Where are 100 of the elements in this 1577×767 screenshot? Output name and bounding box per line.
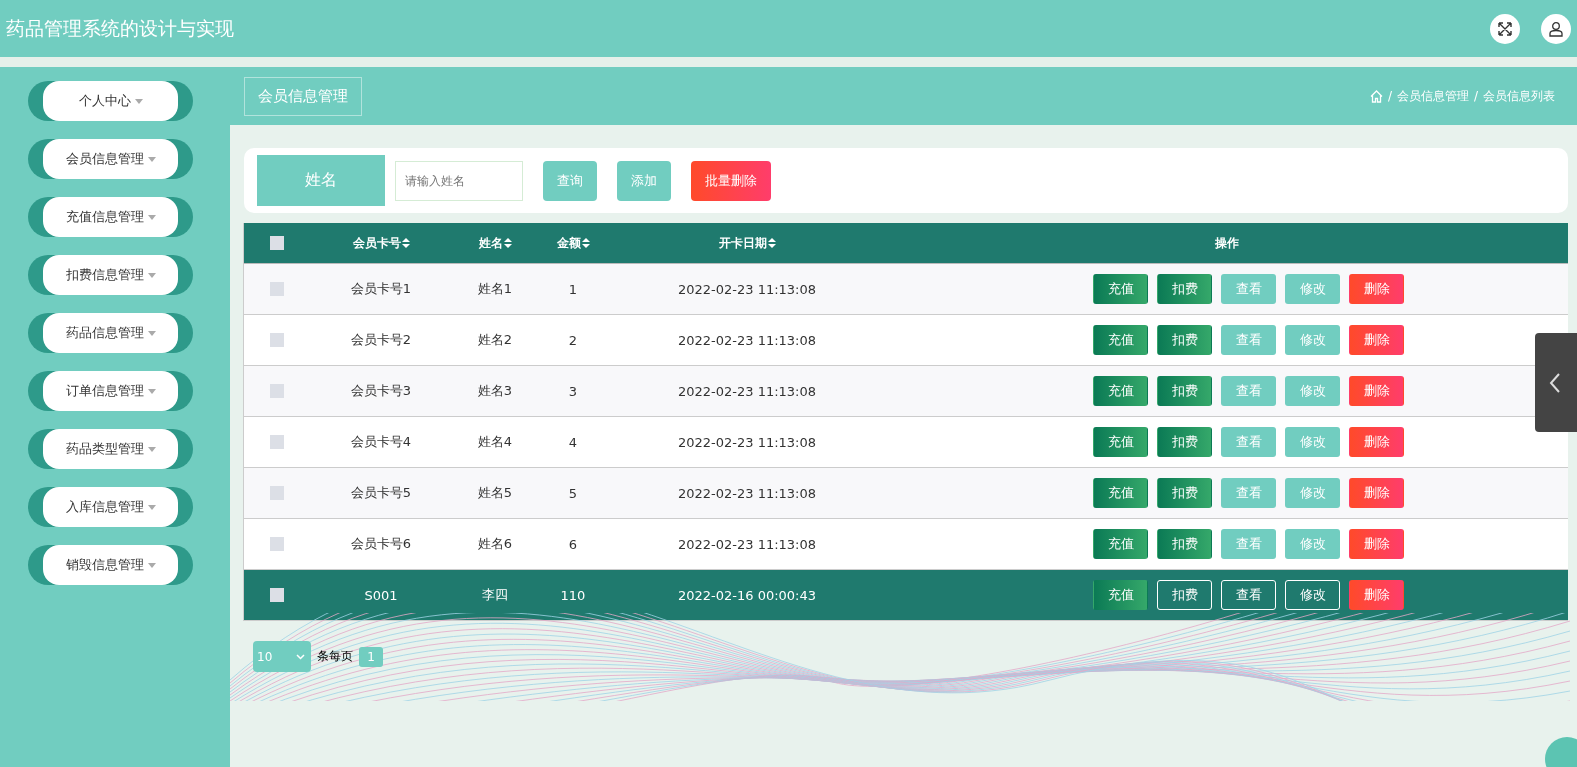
row-action-button[interactable]: 扣费 [1157,529,1212,559]
row-action-button[interactable]: 充值 [1093,325,1148,355]
caret-icon [147,156,156,162]
column-header: 操作 [1215,234,1239,252]
menu-item[interactable]: 订单信息管理 [28,371,193,411]
caret-icon [147,446,156,452]
table-cell: 2022-02-23 11:13:08 [677,281,817,297]
table-cell: 2022-02-23 11:13:08 [677,383,817,399]
row-action-button[interactable]: 扣费 [1157,427,1212,457]
checkbox[interactable] [270,486,284,500]
row-action-button[interactable]: 修改 [1285,580,1340,610]
page-title: 会员信息管理 [244,76,362,116]
row-action-button[interactable]: 充值 [1093,274,1148,304]
table-cell: 会员卡号5 [350,484,412,502]
table-row[interactable]: 会员卡号1 姓名1 1 2022-02-23 11:13:08 充值 扣费 查看 修改 删除 [244,264,1568,315]
table-cell: 李四 [482,586,508,604]
checkbox[interactable] [270,435,284,449]
side-panel-menu[interactable] [1535,333,1577,432]
table-cell: 3 [568,383,578,399]
user-button[interactable] [1541,13,1571,44]
checkbox[interactable] [270,282,284,296]
breadcrumb-separator: / [1473,89,1478,103]
chevron-left-icon [1549,372,1561,393]
row-action-button[interactable]: 扣费 [1157,478,1212,508]
row-action-button[interactable]: 删除 [1349,325,1404,355]
user-icon [1548,20,1564,37]
table-row[interactable]: 会员卡号6 姓名6 6 2022-02-23 11:13:08 充值 扣费 查看 修改 删除 [244,519,1568,570]
sort-icon[interactable] [767,238,776,248]
home-icon[interactable] [1369,89,1383,103]
table-row[interactable]: 会员卡号2 姓名2 2 2022-02-23 11:13:08 充值 扣费 查看 修改 删除 [244,315,1568,366]
table-row[interactable]: 会员卡号5 姓名5 5 2022-02-23 11:13:08 充值 扣费 查看 修改 删除 [244,468,1568,519]
caret-icon [147,214,156,220]
caret-icon [147,272,156,278]
caret-icon [147,562,156,568]
column-header[interactable]: 姓名 [478,234,503,252]
menu-item[interactable]: 充值信息管理 [28,197,193,237]
app-title: 药品管理系统的设计与实现 [6,15,235,41]
table-cell: 姓名5 [477,484,513,502]
table-cell: 2022-02-23 11:13:08 [677,485,817,501]
name-input-field[interactable]: 请输入姓名 [395,160,523,201]
table-cell: 4 [568,434,578,450]
row-action-button[interactable]: 扣费 [1157,376,1212,406]
row-action-button[interactable]: 扣费 [1157,274,1212,304]
row-action-button[interactable]: 充值 [1093,478,1148,508]
table-cell: 2022-02-23 11:13:08 [677,434,817,450]
page-size-label: 条每页 [317,648,353,665]
table-cell: 姓名6 [477,535,513,553]
table-cell: S001 [364,587,398,603]
table-cell: 姓名1 [477,280,513,298]
row-action-button[interactable]: 删除 [1349,580,1404,610]
checkbox[interactable] [270,537,284,551]
table-cell: 会员卡号2 [350,331,412,349]
menu-item[interactable]: 药品类型管理 [28,429,193,469]
table-cell: 会员卡号6 [350,535,412,553]
row-action-button[interactable]: 删除 [1349,274,1404,304]
row-action-button[interactable]: 充值 [1093,529,1148,559]
field-label: 姓名 [257,155,385,206]
sort-icon[interactable] [503,238,512,248]
menu-item[interactable]: 销毁信息管理 [28,545,193,585]
row-action-button[interactable]: 删除 [1349,478,1404,508]
batch-delete-button[interactable]: 批量删除 [691,160,771,201]
expand-icon [1497,20,1513,37]
column-header[interactable]: 金额 [556,234,581,252]
row-action-button[interactable]: 充值 [1093,427,1148,457]
row-action-button[interactable]: 充值 [1093,376,1148,406]
column-header[interactable]: 开卡日期 [718,234,767,252]
menu-item[interactable]: 个人中心 [28,81,193,121]
checkbox[interactable] [270,333,284,347]
row-action-button[interactable]: 删除 [1349,376,1404,406]
row-action-button[interactable]: 扣费 [1157,580,1212,610]
table-cell: 会员卡号1 [350,280,412,298]
caret-icon [147,504,156,510]
table-cell: 姓名3 [477,382,513,400]
table-cell: 会员卡号4 [350,433,412,451]
fullscreen-button[interactable] [1490,13,1520,44]
checkbox[interactable] [270,236,284,250]
table-cell: 姓名4 [477,433,513,451]
table-row[interactable]: S001 李四 110 2022-02-16 00:00:43 充值 扣费 查看 修改 删除 [244,570,1568,621]
caret-icon [134,98,143,104]
row-action-button[interactable]: 查看 [1221,580,1276,610]
table-cell: 110 [560,587,586,603]
table-cell: 2022-02-23 11:13:08 [677,536,817,552]
row-action-button[interactable]: 扣费 [1157,325,1212,355]
menu-item[interactable]: 会员信息管理 [28,139,193,179]
menu-item[interactable]: 药品信息管理 [28,313,193,353]
table-cell: 2022-02-23 11:13:08 [677,332,817,348]
sort-icon[interactable] [401,238,410,248]
checkbox[interactable] [270,384,284,398]
row-action-button[interactable]: 删除 [1349,427,1404,457]
table-cell: 6 [568,536,578,552]
row-action-button[interactable]: 充值 [1093,580,1148,610]
sort-icon[interactable] [581,238,590,248]
table-row[interactable]: 会员卡号4 姓名4 4 2022-02-23 11:13:08 充值 扣费 查看 修改 删除 [244,417,1568,468]
menu-item[interactable]: 入库信息管理 [28,487,193,527]
menu-item[interactable]: 扣费信息管理 [28,255,193,295]
chevron-down-icon [296,653,305,660]
table-cell: 2 [568,332,578,348]
column-header[interactable]: 会员卡号 [352,234,401,252]
row-action-button[interactable]: 删除 [1349,529,1404,559]
checkbox[interactable] [270,588,284,602]
